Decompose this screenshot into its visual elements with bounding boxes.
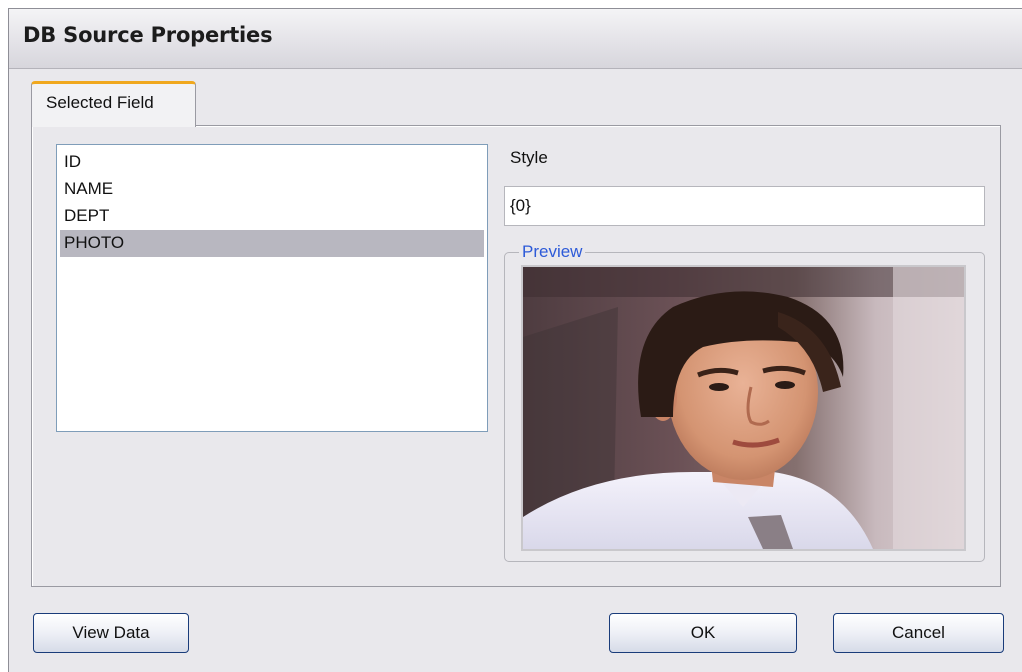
list-item-dept[interactable]: DEPT xyxy=(60,203,484,230)
db-source-properties-dialog: DB Source Properties Selected Field ID N… xyxy=(8,8,1022,672)
tab-panel: ID NAME DEPT PHOTO Style Preview xyxy=(31,125,1001,587)
preview-legend: Preview xyxy=(519,242,586,262)
window-title: DB Source Properties xyxy=(23,23,273,47)
tab-label: Selected Field xyxy=(46,93,154,112)
style-input[interactable] xyxy=(504,186,985,226)
tab-selected-field[interactable]: Selected Field xyxy=(31,81,196,127)
list-item-name[interactable]: NAME xyxy=(60,176,484,203)
style-label: Style xyxy=(510,148,548,167)
cancel-button[interactable]: Cancel xyxy=(833,613,1004,653)
field-list[interactable]: ID NAME DEPT PHOTO xyxy=(56,144,488,432)
preview-group: Preview xyxy=(504,242,985,562)
list-item-id[interactable]: ID xyxy=(60,149,484,176)
list-item-photo[interactable]: PHOTO xyxy=(60,230,484,257)
title-bar[interactable]: DB Source Properties xyxy=(9,9,1022,69)
ok-button[interactable]: OK xyxy=(609,613,797,653)
view-data-button[interactable]: View Data xyxy=(33,613,189,653)
portrait-photo-image xyxy=(523,267,964,549)
preview-photo xyxy=(521,265,966,551)
